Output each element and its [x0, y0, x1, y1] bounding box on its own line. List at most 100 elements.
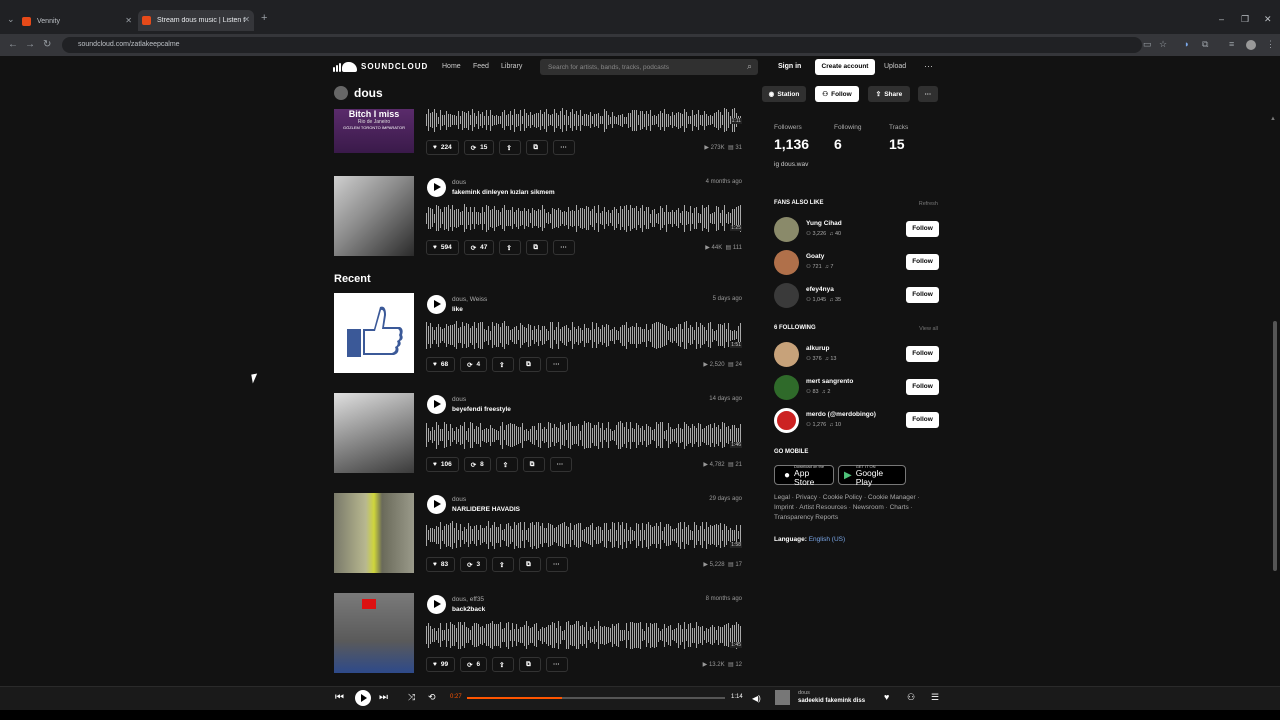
waveform[interactable]: [426, 621, 743, 649]
avatar[interactable]: [774, 375, 799, 400]
browser-tab-soundcloud[interactable]: Stream dous music | Listen to s ✕: [138, 10, 254, 31]
close-window-icon[interactable]: ✕: [1264, 14, 1272, 25]
play-button[interactable]: [427, 495, 446, 514]
extension-icon[interactable]: ◗: [1184, 39, 1189, 49]
progress-bar[interactable]: [467, 697, 725, 699]
track-title[interactable]: back2back: [452, 606, 485, 613]
shuffle-icon[interactable]: ⤨: [408, 692, 415, 703]
now-playing-artwork[interactable]: [775, 690, 790, 705]
repost-button[interactable]: ⟳ 8: [463, 457, 491, 472]
language-selector[interactable]: Language: English (US): [774, 536, 845, 543]
track-artwork[interactable]: [334, 176, 414, 256]
track-artwork[interactable]: [334, 393, 414, 473]
repost-button[interactable]: ⟳ 3: [460, 557, 488, 572]
follow-user-button[interactable]: Follow: [906, 412, 939, 428]
copy-link-button[interactable]: ⧉: [522, 457, 545, 472]
forward-icon[interactable]: →: [25, 39, 35, 50]
minimize-icon[interactable]: –: [1219, 14, 1224, 24]
track-title[interactable]: like: [452, 306, 463, 313]
more-options-icon[interactable]: ···: [924, 61, 933, 71]
back-icon[interactable]: ←: [8, 39, 18, 50]
avatar[interactable]: [774, 250, 799, 275]
like-button[interactable]: ♥ 83: [426, 557, 456, 572]
share-track-button[interactable]: ⇪: [499, 140, 522, 155]
repost-button[interactable]: ⟳ 47: [463, 240, 495, 255]
avatar[interactable]: [774, 217, 799, 242]
copy-link-button[interactable]: ⧉: [519, 357, 542, 372]
user-name[interactable]: efey4nya: [806, 286, 834, 293]
copy-link-button[interactable]: ⧉: [519, 657, 542, 672]
track-title[interactable]: fakemink dinleyen kızları sikmem: [452, 189, 555, 196]
waveform[interactable]: [426, 204, 743, 232]
follow-user-button[interactable]: Follow: [906, 221, 939, 237]
copy-link-button[interactable]: ⧉: [526, 140, 549, 155]
track-artwork[interactable]: [334, 593, 414, 673]
repost-button[interactable]: ⟳ 4: [460, 357, 488, 372]
close-tab-icon[interactable]: ✕: [243, 15, 250, 24]
cast-icon[interactable]: ▭: [1143, 39, 1152, 50]
followers-count[interactable]: 1,136: [774, 136, 809, 152]
like-button[interactable]: ♥ 99: [426, 657, 456, 672]
play-button[interactable]: [427, 595, 446, 614]
track-artist[interactable]: dous: [452, 396, 466, 403]
user-name[interactable]: mert sangrento: [806, 378, 853, 385]
repeat-icon[interactable]: ⟲: [428, 692, 436, 703]
reading-list-icon[interactable]: ≡: [1229, 39, 1234, 49]
play-button[interactable]: [427, 395, 446, 414]
user-name[interactable]: merdo (@merdobingo): [806, 411, 876, 418]
repost-button[interactable]: ⟳ 6: [460, 657, 488, 672]
copy-link-button[interactable]: ⧉: [519, 557, 542, 572]
follow-user-button[interactable]: Follow: [906, 287, 939, 303]
play-button[interactable]: [427, 178, 446, 197]
new-tab-icon[interactable]: +: [261, 12, 267, 24]
more-track-button[interactable]: ···: [553, 140, 576, 155]
following-count[interactable]: 6: [834, 136, 842, 152]
nav-feed[interactable]: Feed: [473, 63, 489, 70]
track-artist[interactable]: dous: [452, 496, 466, 503]
like-button[interactable]: ♥ 68: [426, 357, 456, 372]
share-track-button[interactable]: ⇪: [492, 657, 515, 672]
waveform[interactable]: [426, 421, 743, 449]
close-tab-icon[interactable]: ✕: [125, 16, 132, 25]
avatar[interactable]: [774, 342, 799, 367]
more-track-button[interactable]: ···: [546, 557, 569, 572]
avatar[interactable]: [774, 283, 799, 308]
waveform[interactable]: [426, 108, 743, 132]
share-track-button[interactable]: ⇪: [492, 357, 515, 372]
track-title[interactable]: beyefendi freestyle: [452, 406, 511, 413]
more-track-button[interactable]: ···: [549, 457, 572, 472]
profile-avatar[interactable]: [1246, 40, 1256, 50]
more-track-button[interactable]: ···: [553, 240, 576, 255]
scroll-up-icon[interactable]: ▲: [1270, 116, 1276, 122]
menu-icon[interactable]: ⋮: [1266, 39, 1275, 50]
nav-library[interactable]: Library: [501, 63, 522, 70]
share-track-button[interactable]: ⇪: [499, 240, 522, 255]
view-all-link[interactable]: View all: [906, 326, 938, 332]
play-pause-button[interactable]: [355, 690, 371, 706]
follow-artist-icon[interactable]: ⚇: [907, 692, 915, 703]
app-store-badge[interactable]: ● Download on the App Store: [774, 464, 834, 486]
now-playing-artist[interactable]: dous: [798, 690, 810, 696]
queue-icon[interactable]: ☰: [931, 692, 939, 703]
repost-button[interactable]: ⟳ 15: [463, 140, 495, 155]
refresh-link[interactable]: Refresh: [906, 201, 938, 207]
nav-home[interactable]: Home: [442, 63, 461, 70]
previous-icon[interactable]: ⏮: [335, 692, 344, 703]
search-icon[interactable]: ⌕: [747, 61, 752, 72]
maximize-icon[interactable]: ❐: [1241, 14, 1249, 25]
play-button[interactable]: [427, 295, 446, 314]
track-artist[interactable]: dous, Weiss: [452, 296, 487, 303]
track-artwork[interactable]: Bitch I miss Rio de Janeiro GÖZLEM TORON…: [334, 109, 414, 153]
follow-button[interactable]: ⚇ Follow: [815, 86, 859, 102]
like-button[interactable]: ♥ 106: [426, 457, 459, 472]
follow-user-button[interactable]: Follow: [906, 379, 939, 395]
follow-user-button[interactable]: Follow: [906, 254, 939, 270]
upload-link[interactable]: Upload: [884, 63, 906, 70]
share-track-button[interactable]: ⇪: [495, 457, 518, 472]
volume-icon[interactable]: ◀): [752, 694, 761, 703]
more-track-button[interactable]: ···: [546, 357, 569, 372]
avatar[interactable]: [774, 408, 799, 433]
browser-tab-vennity[interactable]: Vennity ✕: [22, 13, 132, 30]
legal-links[interactable]: Legal · Privacy · Cookie Policy · Cookie…: [774, 493, 934, 523]
more-actions-button[interactable]: ···: [918, 86, 938, 102]
